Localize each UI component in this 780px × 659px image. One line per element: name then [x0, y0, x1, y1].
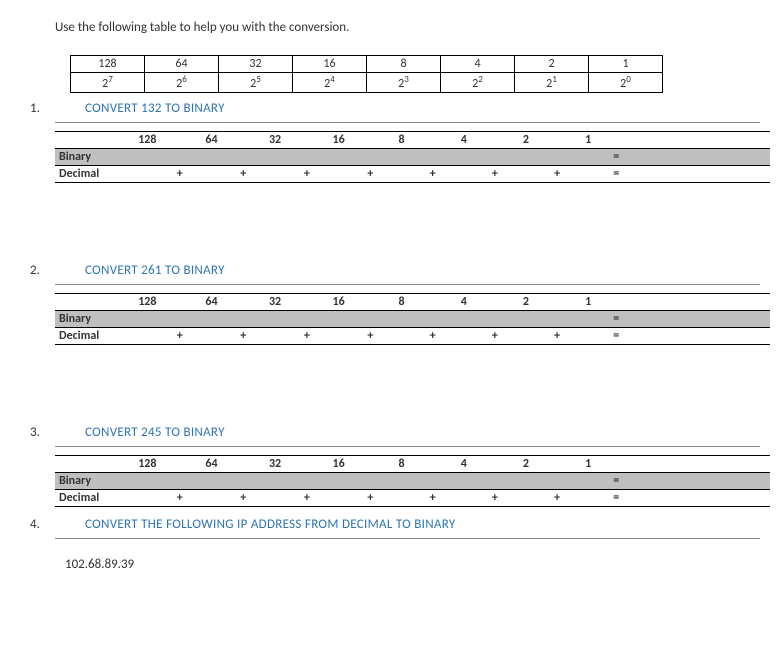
work-binary-row: Binary = [55, 149, 770, 166]
divider [55, 122, 760, 123]
decimal-label: Decimal [55, 166, 130, 183]
work-header-row: 128 64 32 16 8 4 2 1 [55, 294, 770, 311]
problem-title: CONVERT 261 TO BINARY [85, 263, 225, 278]
ref-cell: 1 [589, 56, 663, 73]
problem-number: 3. [0, 425, 85, 440]
work-decimal-row: Decimal + + + + + + + = [55, 490, 770, 507]
decimal-label: Decimal [55, 490, 130, 507]
binary-label: Binary [55, 311, 130, 328]
work-header-row: 128 64 32 16 8 4 2 1 [55, 456, 770, 473]
ref-cell: 20 [589, 73, 663, 93]
problem-title: CONVERT THE FOLLOWING IP ADDRESS FROM DE… [85, 517, 456, 532]
ref-cell: 16 [293, 56, 367, 73]
equals-sign: = [604, 149, 629, 166]
problem-1-row: 1. CONVERT 132 TO BINARY [0, 101, 760, 116]
equals-sign: = [604, 166, 629, 183]
divider [55, 538, 760, 539]
ref-cell: 23 [367, 73, 441, 93]
problem-2-row: 2. CONVERT 261 TO BINARY [0, 263, 760, 278]
ref-cell: 21 [515, 73, 589, 93]
problem-3-row: 3. CONVERT 245 TO BINARY [0, 425, 760, 440]
ref-cell: 22 [441, 73, 515, 93]
problem-title: CONVERT 245 TO BINARY [85, 425, 225, 440]
binary-label: Binary [55, 149, 130, 166]
divider [55, 446, 760, 447]
ip-address: 102.68.89.39 [65, 557, 760, 572]
problem-4-row: 4. CONVERT THE FOLLOWING IP ADDRESS FROM… [0, 517, 760, 532]
work-table-3: 128 64 32 16 8 4 2 1 Binary = Decimal + … [55, 455, 770, 507]
equals-sign: = [604, 328, 629, 345]
binary-label: Binary [55, 473, 130, 490]
ref-cell: 128 [71, 56, 145, 73]
work-decimal-row: Decimal + + + + + + + = [55, 328, 770, 345]
reference-table: 128 64 32 16 8 4 2 1 27 26 25 24 23 22 2… [70, 55, 663, 93]
reference-row-powers: 27 26 25 24 23 22 21 20 [71, 73, 663, 93]
equals-sign: = [604, 311, 629, 328]
work-decimal-row: Decimal + + + + + + + = [55, 166, 770, 183]
ref-cell: 8 [367, 56, 441, 73]
ref-cell: 2 [515, 56, 589, 73]
work-binary-row: Binary = [55, 311, 770, 328]
ref-cell: 4 [441, 56, 515, 73]
work-header-row: 128 64 32 16 8 4 2 1 [55, 132, 770, 149]
ref-cell: 24 [293, 73, 367, 93]
reference-row-values: 128 64 32 16 8 4 2 1 [71, 56, 663, 73]
work-binary-row: Binary = [55, 473, 770, 490]
problem-number: 1. [0, 101, 85, 116]
problem-number: 2. [0, 263, 85, 278]
ref-cell: 26 [145, 73, 219, 93]
equals-sign: = [604, 490, 629, 507]
equals-sign: = [604, 473, 629, 490]
ref-cell: 32 [219, 56, 293, 73]
ref-cell: 25 [219, 73, 293, 93]
work-table-1: 128 64 32 16 8 4 2 1 Binary = Decimal + … [55, 131, 770, 183]
ref-cell: 27 [71, 73, 145, 93]
work-table-2: 128 64 32 16 8 4 2 1 Binary = Decimal + … [55, 293, 770, 345]
decimal-label: Decimal [55, 328, 130, 345]
divider [55, 284, 760, 285]
instruction-text: Use the following table to help you with… [55, 20, 760, 35]
ref-cell: 64 [145, 56, 219, 73]
problem-number: 4. [0, 517, 85, 532]
problem-title: CONVERT 132 TO BINARY [85, 101, 225, 116]
